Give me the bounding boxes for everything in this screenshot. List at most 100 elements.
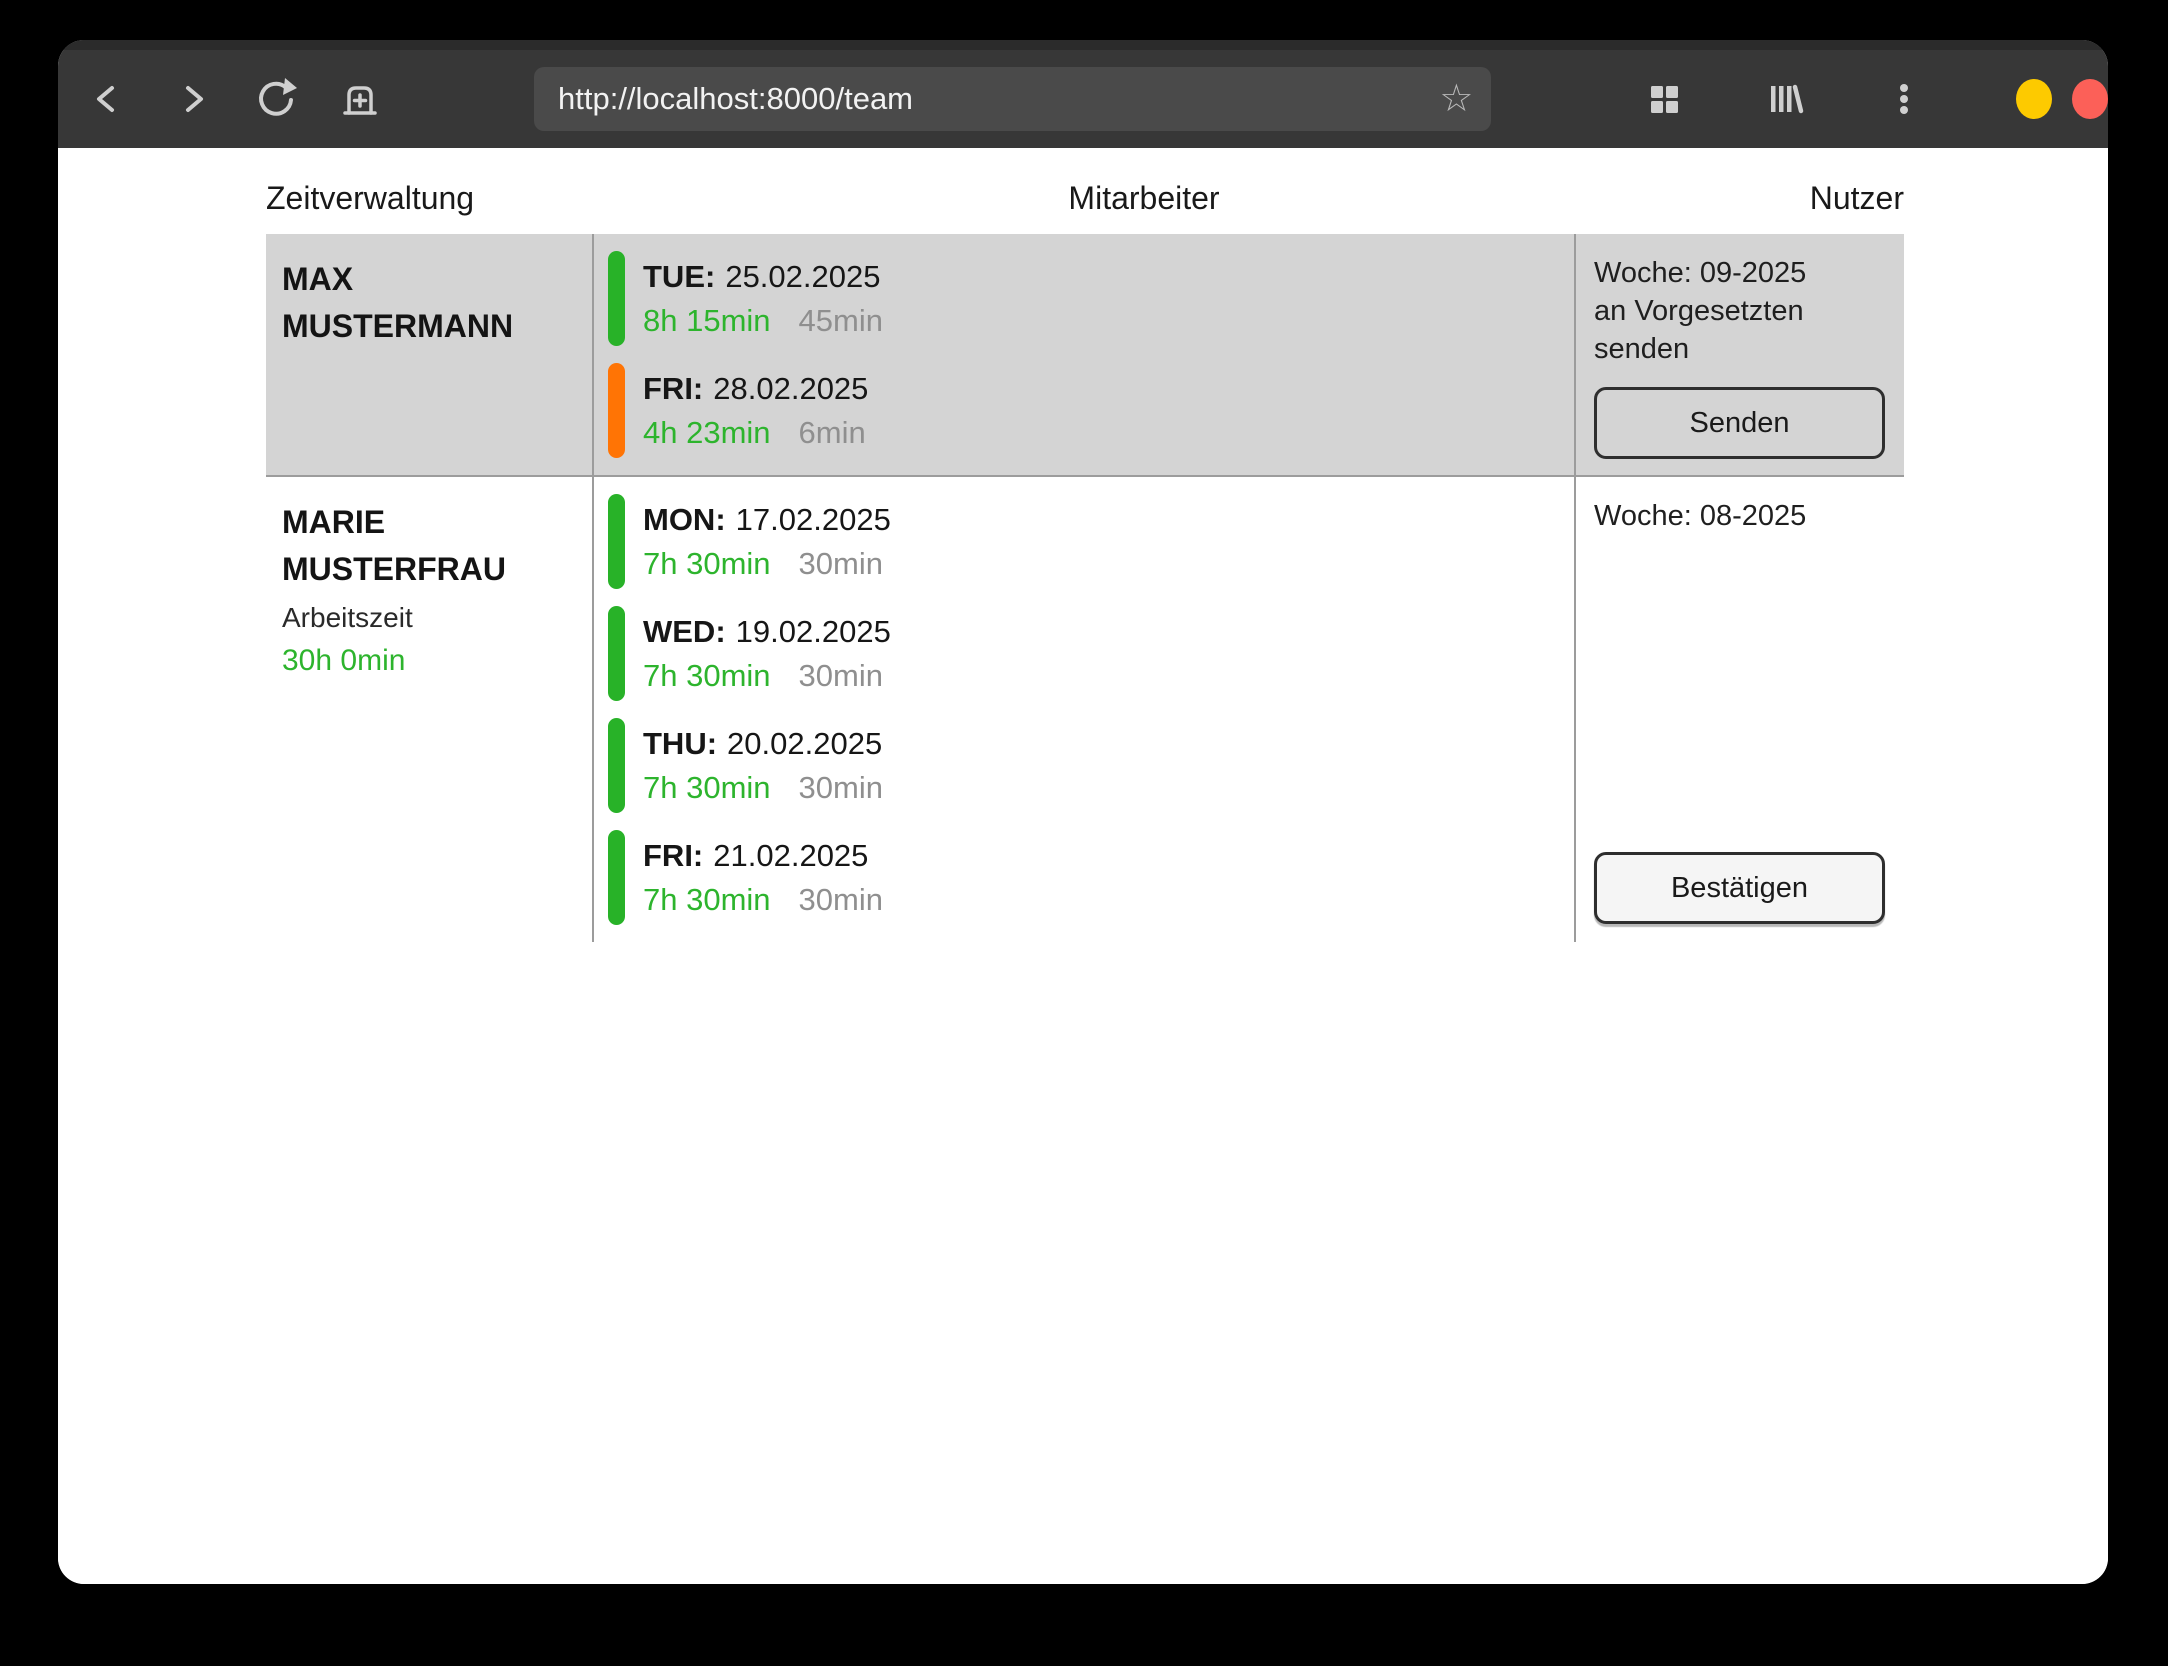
entry-times-line: 7h 30min 30min [643,654,891,698]
employee-name-line: MARIE [282,499,576,546]
worktime-label: Arbeitszeit [282,602,576,634]
time-entries-cell: MON: 17.02.2025 7h 30min 30min WED: 19.02.2… [592,477,1574,942]
address-bar[interactable]: http://localhost:8000/team ☆ [534,67,1491,131]
table-row-marie-musterfrau: MARIE MUSTERFRAU Arbeitszeit 30h 0min MO… [266,477,1904,942]
week-label: senden [1594,330,1886,368]
work-time: 7h 30min [643,658,771,693]
forward-button[interactable] [168,75,216,123]
library-button[interactable] [1760,75,1808,123]
break-time: 30min [799,546,883,581]
employee-name-line: MUSTERFRAU [282,546,576,593]
work-time: 8h 15min [643,303,771,338]
bookmark-star-icon[interactable]: ☆ [1439,80,1473,118]
week-action-cell: Woche: 08-2025 Bestätigen [1574,477,1904,942]
senden-button[interactable]: Senden [1594,387,1885,459]
browser-window: http://localhost:8000/team ☆ [58,40,2108,1584]
work-time: 4h 23min [643,415,771,450]
close-window-button[interactable] [2072,79,2108,119]
work-time: 7h 30min [643,546,771,581]
bestaetigen-button[interactable]: Bestätigen [1594,852,1885,924]
week-label: an Vorgesetzten [1594,292,1886,330]
nav-item-mitarbeiter[interactable]: Mitarbeiter [1068,180,1219,217]
chevron-right-icon [168,75,216,123]
entry-times-line: 8h 15min 45min [643,299,883,343]
status-bar [608,494,625,589]
employee-name-cell: MARIE MUSTERFRAU Arbeitszeit 30h 0min [266,477,592,942]
entry-date-line: THU: 20.02.2025 [643,722,883,766]
week-label: Woche: 09-2025 [1594,254,1886,292]
employee-name-cell: MAX MUSTERMANN [266,234,592,475]
tab-plus-icon [336,75,384,123]
time-entry: TUE: 25.02.2025 8h 15min 45min [608,251,1574,346]
time-entry: WED: 19.02.2025 7h 30min 30min [608,606,1574,701]
extensions-button[interactable] [1640,75,1688,123]
week-action-cell: Woche: 09-2025 an Vorgesetzten senden Se… [1574,234,1904,475]
work-time: 7h 30min [643,882,771,917]
table-row-max-mustermann: MAX MUSTERMANN TUE: 25.02.2025 8h 15min 45… [266,234,1904,477]
employee-table: MAX MUSTERMANN TUE: 25.02.2025 8h 15min 45… [266,234,1904,942]
reload-icon [252,75,300,123]
employee-name-line: MUSTERMANN [282,303,576,350]
library-icon [1760,75,1808,123]
back-button[interactable] [84,75,132,123]
entry-text: FRI: 28.02.2025 4h 23min 6min [643,363,868,458]
entry-date-line: TUE: 25.02.2025 [643,255,883,299]
entry-day-label: MON: [643,502,726,537]
extensions-grid-icon [1640,75,1688,123]
time-entry: THU: 20.02.2025 7h 30min 30min [608,718,1574,813]
team-page: Zeitverwaltung Mitarbeiter Nutzer MAX MU… [58,148,2108,1584]
status-bar [608,606,625,701]
reload-button[interactable] [252,75,300,123]
entry-times-line: 7h 30min 30min [643,878,883,922]
status-bar [608,363,625,458]
kebab-menu-icon [1880,75,1928,123]
chevron-left-icon [84,75,132,123]
break-time: 45min [799,303,883,338]
nav-item-nutzer[interactable]: Nutzer [1810,180,1904,217]
status-bar [608,830,625,925]
entry-date: 20.02.2025 [727,726,882,761]
worktime-total: 30h 0min [282,644,576,678]
entry-date-line: WED: 19.02.2025 [643,610,891,654]
entry-text: WED: 19.02.2025 7h 30min 30min [643,606,891,701]
entry-day-label: FRI: [643,838,703,873]
status-bar [608,251,625,346]
entry-text: MON: 17.02.2025 7h 30min 30min [643,494,891,589]
entry-times-line: 7h 30min 30min [643,766,883,810]
entry-date-line: MON: 17.02.2025 [643,498,891,542]
entry-text: TUE: 25.02.2025 8h 15min 45min [643,251,883,346]
time-entry: FRI: 21.02.2025 7h 30min 30min [608,830,1574,925]
entry-text: FRI: 21.02.2025 7h 30min 30min [643,830,883,925]
entry-date: 17.02.2025 [736,502,891,537]
week-label: Woche: 08-2025 [1594,497,1886,535]
entry-day-label: TUE: [643,259,715,294]
break-time: 30min [799,882,883,917]
new-tab-button[interactable] [336,75,384,123]
minimize-window-button[interactable] [2016,79,2052,119]
menu-button[interactable] [1880,75,1928,123]
entry-day-label: WED: [643,614,726,649]
break-time: 30min [799,658,883,693]
entry-times-line: 7h 30min 30min [643,542,891,586]
break-time: 6min [799,415,866,450]
time-entry: FRI: 28.02.2025 4h 23min 6min [608,363,1574,458]
browser-toolbar: http://localhost:8000/team ☆ [58,40,2108,148]
time-entry: MON: 17.02.2025 7h 30min 30min [608,494,1574,589]
entry-text: THU: 20.02.2025 7h 30min 30min [643,718,883,813]
entry-date-line: FRI: 21.02.2025 [643,834,883,878]
entry-date: 28.02.2025 [713,371,868,406]
entry-date: 25.02.2025 [725,259,880,294]
entry-day-label: FRI: [643,371,703,406]
time-entries-cell: TUE: 25.02.2025 8h 15min 45min FRI: 28.02.2… [592,234,1574,475]
employee-name-line: MAX [282,256,576,303]
nav-item-zeitverwaltung[interactable]: Zeitverwaltung [266,180,474,217]
entry-day-label: THU: [643,726,717,761]
work-time: 7h 30min [643,770,771,805]
status-bar [608,718,625,813]
break-time: 30min [799,770,883,805]
entry-date: 19.02.2025 [736,614,891,649]
url-text[interactable]: http://localhost:8000/team [558,81,1427,117]
entry-date: 21.02.2025 [713,838,868,873]
entry-date-line: FRI: 28.02.2025 [643,367,868,411]
entry-times-line: 4h 23min 6min [643,411,868,455]
